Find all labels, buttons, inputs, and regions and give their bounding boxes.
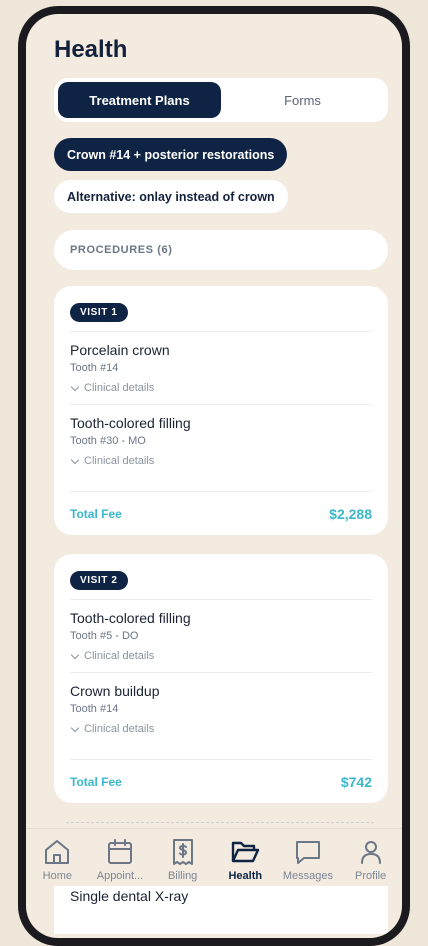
procedure-item: Tooth-colored filling Tooth #30 - MO Cli… [70,405,372,477]
procedure-item: Crown buildup Tooth #14 Clinical details [70,673,372,745]
tab-label: Profile [355,870,387,882]
clinical-details-toggle[interactable]: Clinical details [70,650,372,662]
tab-home[interactable]: Home [27,837,87,886]
tab-appointments[interactable]: Appoint... [90,837,150,886]
segmented-control: Treatment Plans Forms [54,78,388,122]
chevron-down-icon [70,382,80,391]
visit-card-2: VISIT 2 Tooth-colored filling Tooth #5 -… [54,554,388,803]
procedure-item: Tooth-colored filling Tooth #5 - DO Clin… [70,600,372,672]
bottom-tab-bar: Home Appoint... Billing Health Messages … [26,828,402,886]
tab-forms[interactable]: Forms [221,82,384,118]
page-title: Health [54,36,128,63]
procedure-tooth: Tooth #14 [70,703,119,715]
tab-label: Appoint... [96,870,144,882]
plan-chip-primary[interactable]: Crown #14 + posterior restorations [54,138,288,171]
screen: Health Treatment Plans Forms Crown #14 +… [26,14,402,938]
calendar-icon [107,839,132,864]
clinical-details-toggle[interactable]: Clinical details [70,723,372,735]
phone-frame: Health Treatment Plans Forms Crown #14 +… [18,6,410,946]
tab-label: Health [228,870,263,882]
procedure-tooth: Tooth #30 - MO [70,435,146,447]
home-icon [45,840,70,864]
procedure-item: Porcelain crown Tooth #14 Clinical detai… [70,332,372,404]
total-fee-value: $742 [340,773,372,790]
total-fee-row: Total Fee $742 [70,759,372,803]
procedure-name: Crown buildup [70,683,160,699]
receipt-dollar-icon [172,839,193,865]
chevron-down-icon [70,723,80,732]
folder-open-icon [232,841,260,863]
visit-badge: VISIT 1 [70,303,128,322]
procedure-name: Tooth-colored filling [70,610,191,626]
plan-chip-alternative[interactable]: Alternative: onlay instead of crown [54,180,288,213]
procedure-name: Porcelain crown [70,342,170,358]
tab-profile[interactable]: Profile [341,837,401,886]
tab-treatment-plans[interactable]: Treatment Plans [58,82,221,118]
total-fee-row: Total Fee $2,288 [70,491,372,535]
visit-badge: VISIT 2 [70,571,128,590]
total-fee-label: Total Fee [70,774,122,789]
clinical-details-label: Clinical details [84,650,155,662]
tab-messages[interactable]: Messages [278,837,338,886]
tab-label: Messages [282,870,334,882]
visit-card-1: VISIT 1 Porcelain crown Tooth #14 Clinic… [54,286,388,535]
tab-billing[interactable]: Billing [153,837,213,886]
procedures-header: PROCEDURES (6) [54,230,388,270]
clinical-details-label: Clinical details [84,382,155,394]
procedure-name: Tooth-colored filling [70,415,191,431]
clinical-details-toggle[interactable]: Clinical details [70,455,372,467]
clinical-details-toggle[interactable]: Clinical details [70,382,372,394]
chevron-down-icon [70,650,80,659]
tab-label: Billing [167,870,198,882]
chevron-down-icon [70,455,80,464]
total-fee-value: $2,288 [329,505,372,522]
procedure-tooth: Tooth #5 - DO [70,630,139,642]
tab-label: Home [42,870,72,882]
clinical-details-label: Clinical details [84,723,155,735]
clinical-details-label: Clinical details [84,455,155,467]
total-fee-label: Total Fee [70,506,122,521]
chat-bubble-icon [295,841,320,864]
person-icon [360,841,381,864]
procedure-tooth: Tooth #14 [70,362,119,374]
tab-health[interactable]: Health [215,837,275,886]
